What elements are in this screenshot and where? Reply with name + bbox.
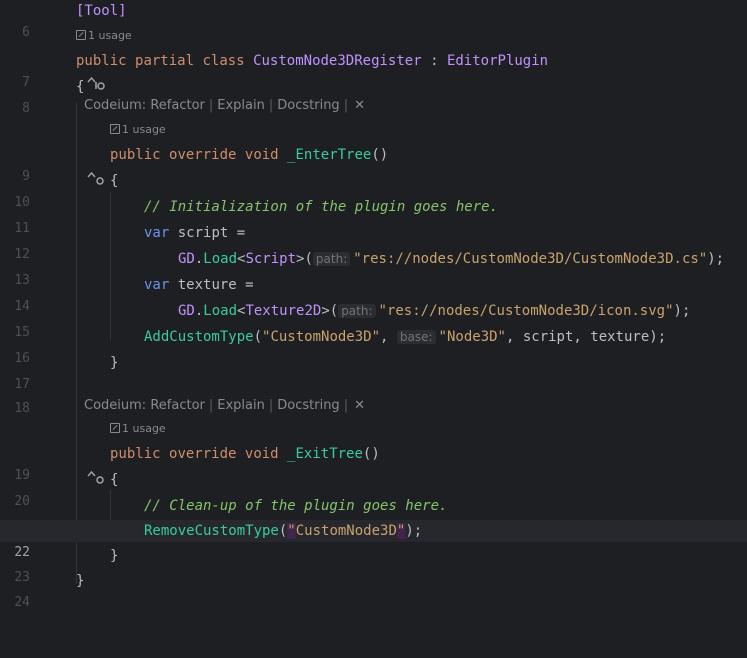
separator: | (343, 398, 349, 413)
codeium-codelens: Codeium: Refactor | Explain | Docstring | ✕ (84, 98, 365, 113)
code-line[interactable]: 6 [Tool] (0, 0, 747, 40)
line-number: 8 (22, 101, 30, 116)
string-literal: "res://nodes/CustomNode3D/icon.svg" (378, 303, 674, 319)
implemented-up-icon[interactable] (36, 50, 105, 90)
close-icon[interactable]: ✕ (352, 98, 365, 113)
code-line[interactable]: 14 var texture = (0, 274, 747, 314)
refactor-link[interactable]: Refactor (150, 98, 205, 113)
code-line[interactable]: 21 // Clean-up of the plugin goes here. (0, 495, 747, 535)
code-line[interactable]: 23 } (0, 545, 747, 585)
code-line[interactable]: 13 GD.Load<Script>(path: "res://nodes/Cus… (0, 248, 747, 288)
usage-icon (110, 423, 120, 433)
line-number: 6 (22, 25, 30, 40)
code-line[interactable]: 7 public partial class CustomNode3DRegis… (0, 50, 747, 90)
attribute: [Tool] (76, 3, 127, 19)
override-up-icon[interactable] (36, 144, 104, 185)
usage-icon (110, 124, 120, 134)
usage-icon (76, 30, 86, 40)
parameter-hint: path: (312, 252, 351, 266)
separator: | (208, 398, 214, 413)
parameter-hint: path: (338, 304, 376, 318)
base-class: EditorPlugin (446, 53, 549, 69)
usage-hint[interactable]: 1 usage (76, 26, 132, 46)
separator: | (268, 98, 274, 113)
docstring-link[interactable]: Docstring (277, 398, 339, 413)
usage-hint[interactable]: 1 usage (110, 419, 166, 439)
quote-highlight: " (287, 523, 296, 539)
string-literal: "res://nodes/CustomNode3D/CustomNode3D.c… (353, 251, 708, 267)
docstring-link[interactable]: Docstring (277, 98, 339, 113)
method-name: _EnterTree (287, 147, 372, 163)
separator: | (268, 398, 274, 413)
override-up-icon[interactable] (36, 443, 104, 484)
method-name: _ExitTree (287, 446, 363, 462)
code-line[interactable]: 20 { (0, 469, 747, 509)
line-number: 18 (14, 401, 30, 416)
explain-link[interactable]: Explain (217, 98, 265, 113)
code-line[interactable]: 24 } (0, 570, 747, 610)
parameter-hint: base: (396, 330, 436, 344)
code-line[interactable]: 11 // Initialization of the plugin goes … (0, 196, 747, 236)
comment: // Clean-up of the plugin goes here. (144, 498, 448, 514)
close-icon[interactable]: ✕ (352, 398, 365, 413)
code-line[interactable]: 12 var script = (0, 222, 747, 262)
code-line[interactable]: 17 } (0, 352, 747, 392)
explain-link[interactable]: Explain (217, 398, 265, 413)
code-line[interactable]: 10 { (0, 170, 747, 210)
refactor-link[interactable]: Refactor (150, 398, 205, 413)
separator: | (208, 98, 214, 113)
current-code-line[interactable]: 22 RemoveCustomType("CustomNode3D"); (0, 520, 747, 560)
separator: | (343, 98, 349, 113)
code-editor[interactable]: 6 [Tool] 1 usage 7 public partial class … (0, 0, 747, 610)
usage-hint[interactable]: 1 usage (110, 120, 166, 140)
code-line[interactable]: 9 public override void _EnterTree() (0, 144, 747, 185)
comment: // Initialization of the plugin goes her… (144, 199, 499, 215)
code-line[interactable]: 16 AddCustomType("CustomNode3D", base: "N… (0, 326, 747, 366)
codeium-codelens: Codeium: Refactor | Explain | Docstring | ✕ (84, 398, 365, 413)
line-number: 24 (14, 595, 30, 610)
code-line[interactable]: 19 public override void _ExitTree() (0, 443, 747, 484)
class-name: CustomNode3DRegister (253, 53, 422, 69)
code-line[interactable]: 15 GD.Load<Texture2D>(path: "res://nodes/… (0, 300, 747, 340)
